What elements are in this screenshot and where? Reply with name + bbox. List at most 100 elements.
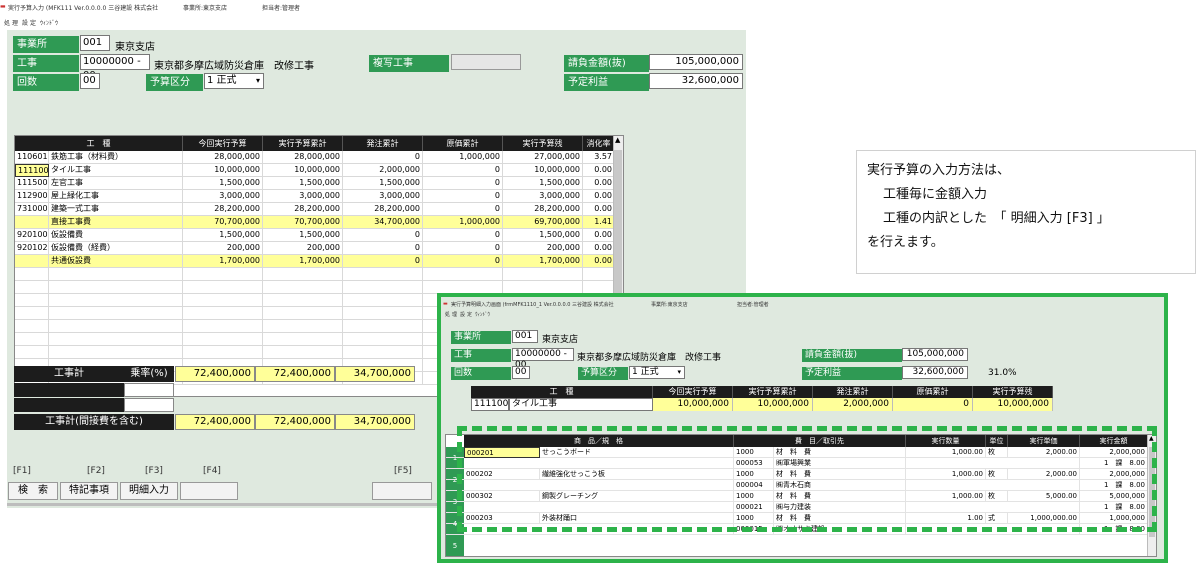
sub-menu-process-2[interactable]: 理 xyxy=(452,311,457,318)
contract-amount-field[interactable]: 105,000,000 xyxy=(649,54,743,70)
sub-sum-cumulative: 10,000,000 xyxy=(733,398,813,411)
planned-profit-label: 予定利益 xyxy=(564,74,649,91)
cell-cost: 0 xyxy=(423,177,503,190)
cell-order: 28,200,000 xyxy=(343,203,423,216)
work-total-budget: 72,400,000 xyxy=(175,366,255,382)
sub-project-name: 東京都多摩広域防災倉庫 改修工事 xyxy=(577,353,722,363)
cell-budget: 1,500,000 xyxy=(183,177,263,190)
cell-remain: 10,000,000 xyxy=(503,164,583,177)
sub-menu-process-1[interactable]: 処 xyxy=(445,311,450,318)
fkey-label-f2: [F2] xyxy=(87,466,105,476)
sub-window-title: 実行予算明細入力画面 (frmMFK1110_1 Ver.0.0.0.0 三谷建… xyxy=(451,302,614,308)
menu-item-settings-1[interactable]: 設 xyxy=(22,18,28,27)
cell-name xyxy=(49,346,183,359)
cell-name: 屋上緑化工事 xyxy=(49,190,183,203)
table-row[interactable]: 110601 鉄筋工事（材料費） 28,000,000 28,000,000 0 1,00… xyxy=(15,151,615,164)
cell-code xyxy=(15,346,49,359)
fkey-label-f1: [F1] xyxy=(13,466,31,476)
sub-window-user: 担当者:管理者 xyxy=(737,302,769,308)
budget-type-select[interactable]: 1 正式 ▾ xyxy=(204,73,264,89)
cell-code xyxy=(15,281,49,294)
cell-budget: 1,500,000 xyxy=(183,229,263,242)
sub-menu-settings-2[interactable]: 定 xyxy=(467,311,472,318)
round-field[interactable]: 00 xyxy=(80,73,100,89)
cell-code xyxy=(15,268,49,281)
window-bottom-edge xyxy=(7,503,437,506)
search-button[interactable]: 検 索 xyxy=(8,482,58,500)
sub-menu-window[interactable]: ｳｨﾝﾄﾞｳ xyxy=(475,311,490,318)
cell-name: 仮設備費（経費） xyxy=(49,242,183,255)
cell-rate: 1.41 xyxy=(583,216,615,229)
copy-project-label: 複写工事 xyxy=(369,55,449,72)
sub-chevron-down-icon: ▾ xyxy=(677,368,681,376)
menu-item-settings-2[interactable]: 定 xyxy=(30,18,36,27)
sub-office-code-field[interactable]: 001 xyxy=(512,330,538,343)
sub-sum-code: 111100 xyxy=(471,398,509,411)
table-row[interactable]: 112900 屋上緑化工事 3,000,000 3,000,000 3,000,000 0… xyxy=(15,190,615,203)
detail-input-button[interactable]: 明細入力 xyxy=(120,482,178,500)
cell-cum: 1,500,000 xyxy=(263,177,343,190)
cell-budget: 1,700,000 xyxy=(183,255,263,268)
budget-type-label: 予算区分 xyxy=(146,74,203,91)
menu-bar: 処 理 設 定 ｳｨﾝﾄﾞｳ xyxy=(0,16,760,28)
sub-project-code-field[interactable]: 10000000 - 00 xyxy=(512,348,574,370)
copy-project-field[interactable] xyxy=(451,54,521,70)
table-row[interactable]: 111500 左官工事 1,500,000 1,500,000 1,500,000 0 1,… xyxy=(15,177,615,190)
ratio-field-2[interactable] xyxy=(124,398,174,412)
sub-menu-settings-1[interactable]: 設 xyxy=(460,311,465,318)
sub-budget-type-select[interactable]: 1 正式 ▾ xyxy=(629,366,685,379)
indirect-total-order: 34,700,000 xyxy=(335,414,415,430)
cell-cost: 1,000,000 xyxy=(423,216,503,229)
sub-project-label: 工事 xyxy=(451,349,511,362)
table-row[interactable]: 920100 仮設備費 1,500,000 1,500,000 0 0 1,500,000 0… xyxy=(15,229,615,242)
indirect-total-label: 工事計(間接費を含む) xyxy=(14,414,174,430)
cell-budget: 28,200,000 xyxy=(183,203,263,216)
cell-order xyxy=(343,346,423,359)
sub-round-field[interactable]: 00 xyxy=(512,366,530,379)
office-name: 東京支店 xyxy=(115,42,155,53)
cell-budget: 200,000 xyxy=(183,242,263,255)
sub-contract-field[interactable]: 105,000,000 xyxy=(902,348,968,361)
cell-cum xyxy=(263,307,343,320)
table-row[interactable] xyxy=(15,268,615,281)
menu-item-process-2[interactable]: 理 xyxy=(12,18,18,27)
sub-sum-remaining: 10,000,000 xyxy=(973,398,1053,411)
cell-budget xyxy=(183,320,263,333)
table-row[interactable]: 直接工事費 70,700,000 70,700,000 34,700,000 1,000… xyxy=(15,216,615,229)
project-code-field[interactable]: 10000000 - 00 xyxy=(80,54,150,81)
f4-button[interactable] xyxy=(180,482,238,500)
window-office: 事業所:東京支店 xyxy=(183,5,228,12)
col-header-current-budget: 今回実行予算 xyxy=(183,136,263,151)
table-row[interactable]: 731000 建築一式工事 28,200,000 28,200,000 28,200,0… xyxy=(15,203,615,216)
cell-cum: 10,000,000 xyxy=(263,164,343,177)
sub-window-office: 事業所:東京支店 xyxy=(651,302,688,308)
table-row[interactable]: 共通仮設費 1,700,000 1,700,000 0 0 1,700,000 0.00 xyxy=(15,255,615,268)
sub-app-icon: ▬ xyxy=(443,301,448,307)
cell-code: 920102 xyxy=(15,242,49,255)
f5-button[interactable] xyxy=(372,482,432,500)
cell-rate: 0.00 xyxy=(583,229,615,242)
scroll-up-icon[interactable]: ▲ xyxy=(615,136,620,144)
menu-item-process-1[interactable]: 処 xyxy=(4,18,10,27)
cell-budget xyxy=(183,281,263,294)
col-header-consumption-rate: 消化率 xyxy=(583,136,615,151)
table-row[interactable]: 111100 タイル工事 10,000,000 10,000,000 2,000,000… xyxy=(15,164,615,177)
cell-name: 直接工事費 xyxy=(49,216,183,229)
office-code-field[interactable]: 001 xyxy=(80,35,110,51)
cell-order: 0 xyxy=(343,255,423,268)
fkey-label-f4: [F4] xyxy=(203,466,221,476)
cell-cum: 1,500,000 xyxy=(263,229,343,242)
ratio-field[interactable] xyxy=(124,383,174,397)
sub-sum-col-remaining: 実行予算残 xyxy=(973,386,1053,398)
detail-input-window: ▬ 実行予算明細入力画面 (frmMFK1110_1 Ver.0.0.0.0 三… xyxy=(437,293,1168,563)
indirect-total-cumulative: 72,400,000 xyxy=(255,414,335,430)
cell-code: 731000 xyxy=(15,203,49,216)
cell-order: 34,700,000 xyxy=(343,216,423,229)
cell-code xyxy=(15,320,49,333)
sub-sum-col-work-type: 工 種 xyxy=(471,386,653,398)
cell-remain: 28,200,000 xyxy=(503,203,583,216)
table-row[interactable]: 920102 仮設備費（経費） 200,000 200,000 0 0 200,000 0.0… xyxy=(15,242,615,255)
contract-amount-label: 請負金額(抜) xyxy=(564,55,649,72)
notes-button[interactable]: 特記事項 xyxy=(60,482,118,500)
menu-item-window[interactable]: ｳｨﾝﾄﾞｳ xyxy=(40,18,58,27)
